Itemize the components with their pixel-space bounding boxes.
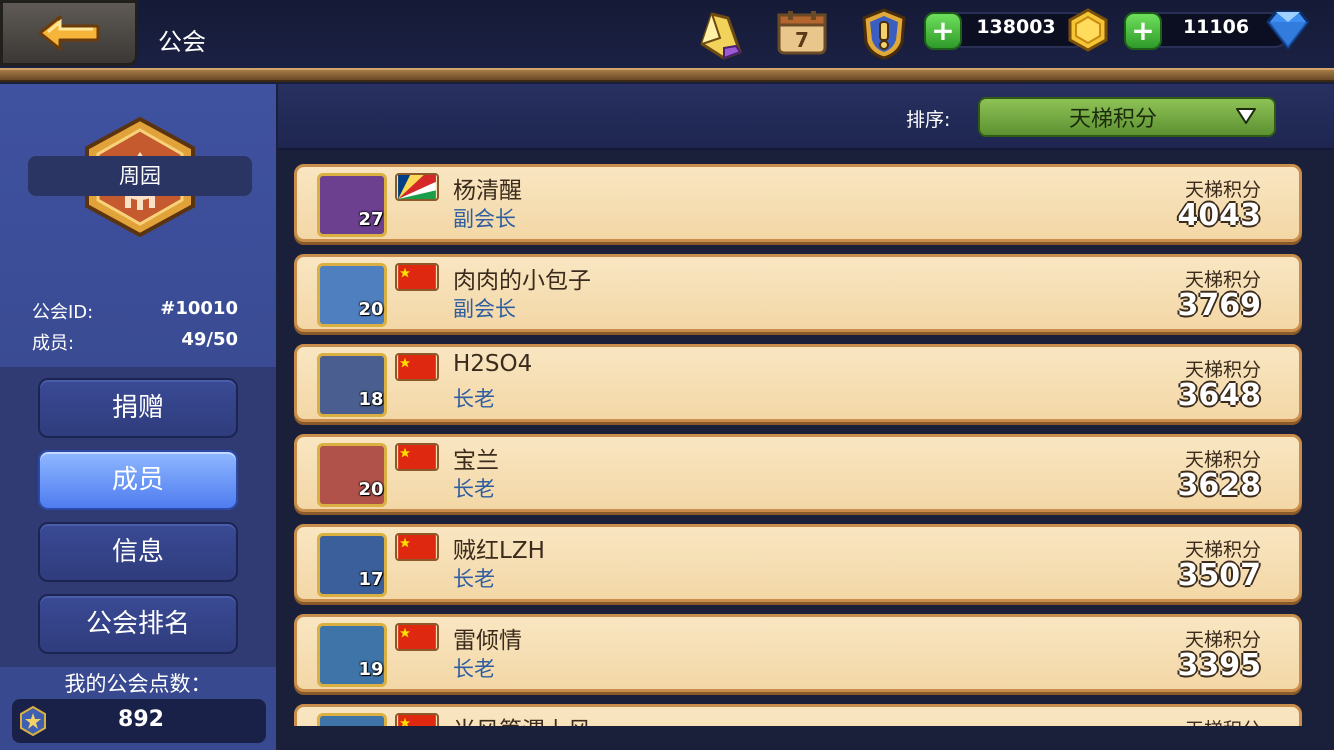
member-card[interactable]: 27 杨清醒 副会长 天梯积分 4043 [294, 164, 1302, 242]
guild-points-value: 892 [118, 707, 164, 732]
member-name: 贼红LZH [453, 538, 545, 564]
member-card[interactable]: 17 贼红LZH 长老 天梯积分 3507 [294, 524, 1302, 602]
back-arrow-icon [38, 15, 100, 51]
member-level: 20 [358, 299, 384, 320]
gems-value: 11106 [1182, 16, 1250, 38]
member-card[interactable]: 19 雷倾情 长老 天梯积分 3395 [294, 614, 1302, 692]
member-card[interactable]: 20 宝兰 长老 天梯积分 3628 [294, 434, 1302, 512]
blue-gem-icon [1266, 10, 1310, 50]
member-role: 长老 [453, 387, 495, 411]
alert-shield-icon[interactable] [858, 8, 910, 60]
seychelles-flag-icon [395, 173, 439, 201]
member-role: 长老 [453, 657, 495, 681]
member-avatar [317, 713, 387, 726]
nav-donate-button[interactable]: 捐赠 [38, 378, 238, 438]
nav-members-button[interactable]: 成员 [38, 450, 238, 510]
member-role: 长老 [453, 477, 495, 501]
member-role: 副会长 [453, 297, 516, 321]
china-flag-icon [395, 263, 439, 291]
top-bar-edge [0, 68, 1334, 82]
china-flag-icon [395, 623, 439, 651]
member-name: 雷倾情 [453, 628, 522, 654]
member-level: 27 [358, 209, 384, 230]
ladder-score-label: 天梯积分 [1185, 715, 1261, 726]
add-gems-button[interactable]: + [1124, 12, 1162, 50]
calendar-icon[interactable]: 7 [776, 10, 828, 56]
member-card[interactable]: 20 肉肉的小包子 副会长 天梯积分 3769 [294, 254, 1302, 332]
member-role: 副会长 [453, 207, 516, 231]
member-role: 长老 [453, 567, 495, 591]
gold-value: 138003 [976, 16, 1056, 38]
guild-members-value: 49/50 [181, 329, 238, 350]
back-button[interactable] [0, 0, 138, 66]
china-flag-icon [395, 443, 439, 471]
member-name: 当风箫渭上风 [453, 711, 591, 726]
china-flag-icon [395, 713, 439, 726]
member-name: 宝兰 [453, 448, 499, 474]
guild-points-label: 我的公会点数： [64, 672, 212, 696]
member-card[interactable]: 18 H2SO4 长老 天梯积分 3648 [294, 344, 1302, 422]
calendar-day: 7 [795, 28, 809, 52]
ladder-score-value: 4043 [1177, 198, 1262, 233]
sort-selected-value: 天梯积分 [1068, 107, 1157, 132]
chevron-down-icon [1236, 108, 1256, 124]
ladder-score-value: 3769 [1177, 288, 1262, 323]
guild-name: 周园 [28, 156, 252, 196]
add-gold-button[interactable]: + [924, 12, 962, 50]
member-name: 肉肉的小包子 [453, 268, 591, 294]
nav-guild-rank-button[interactable]: 公会排名 [38, 594, 238, 654]
nav-info-button[interactable]: 信息 [38, 522, 238, 582]
ladder-score-value: 3507 [1177, 558, 1262, 593]
guild-id-label: 公会ID: [32, 302, 94, 323]
page-title: 公会 [158, 28, 206, 56]
china-flag-icon [395, 353, 439, 381]
ladder-score-value: 3648 [1177, 378, 1262, 413]
ladder-score-value: 3628 [1177, 468, 1262, 503]
member-name: 杨清醒 [453, 178, 522, 204]
china-flag-icon [395, 533, 439, 561]
gold-coin-icon [1068, 8, 1108, 52]
member-level: 19 [358, 659, 384, 680]
guild-point-star-icon [20, 706, 46, 736]
member-list: 27 杨清醒 副会长 天梯积分 4043 20 肉肉的小包子 副会长 天梯积分 … [290, 156, 1310, 726]
member-card[interactable]: 当风箫渭上风 天梯积分 [294, 704, 1302, 726]
crystal-ticket-icon[interactable] [694, 8, 746, 60]
ladder-score-value: 3395 [1177, 648, 1262, 683]
guild-id-value: #10010 [160, 298, 238, 319]
member-name: H2SO4 [453, 351, 533, 377]
member-level: 17 [358, 569, 384, 590]
member-level: 20 [358, 479, 384, 500]
sort-label: 排序: [906, 109, 951, 131]
guild-members-label: 成员: [32, 333, 75, 354]
member-level: 18 [358, 389, 384, 410]
